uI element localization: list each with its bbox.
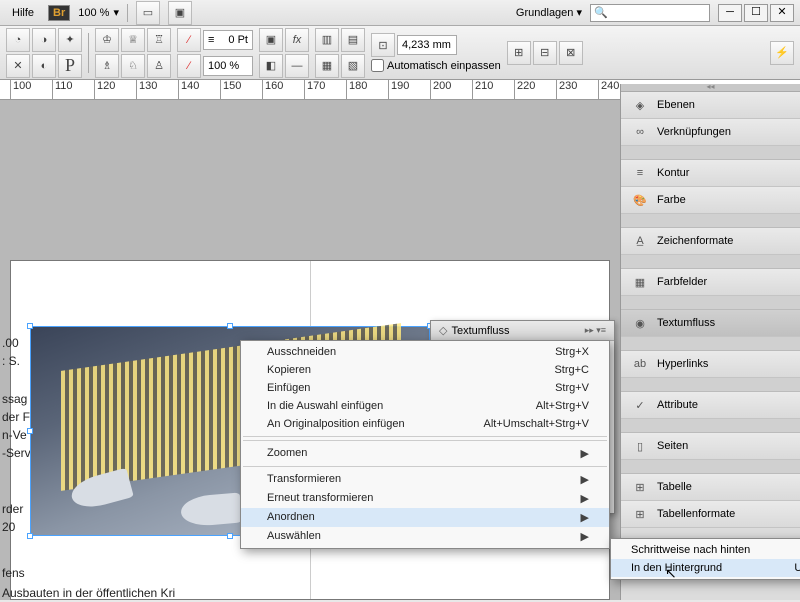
- bridge-badge[interactable]: Br: [48, 5, 70, 21]
- control-toolbar: ◔◑✦ ✕◐P ♔♕♖ ♗♘♙ ∕≡0 Pt∕100 % ▣fx◧— ▥▤▦▧ ⊡4…: [0, 26, 800, 80]
- submenu-item[interactable]: Schrittweise nach hinten: [611, 541, 800, 559]
- cursor-icon: ↖: [665, 565, 677, 582]
- panel-ebenen[interactable]: ◈Ebenen: [621, 92, 800, 119]
- menubar: Hilfe Br 100 % ▾ ▭ ▣ Grundlagen ▾ 🔍 ─ ☐ …: [0, 0, 800, 26]
- panel-seiten[interactable]: ▯Seiten: [621, 433, 800, 460]
- panel-icon: ab: [631, 356, 649, 372]
- panel-icon: ⊞: [631, 479, 649, 495]
- menu-item[interactable]: KopierenStrg+C: [241, 361, 609, 379]
- doc-text: fens: [2, 564, 25, 582]
- search-input[interactable]: [590, 4, 710, 22]
- screen-mode-icon[interactable]: ▭: [136, 1, 160, 25]
- panel-farbe[interactable]: 🎨Farbe: [621, 187, 800, 214]
- align-icon[interactable]: ♕: [121, 28, 145, 52]
- fx-icon[interactable]: fx: [285, 28, 309, 52]
- submenu-item[interactable]: In den HintergrundUms: [611, 559, 800, 577]
- fit-icon[interactable]: ⊠: [559, 41, 583, 65]
- workspace-dropdown[interactable]: Grundlagen ▾: [516, 6, 582, 19]
- panel-tab[interactable]: ◇Textumfluss▸▸ ▾≡: [431, 321, 614, 341]
- menu-item[interactable]: EinfügenStrg+V: [241, 379, 609, 397]
- maximize-button[interactable]: ☐: [744, 4, 768, 22]
- doc-text: -Serv: [2, 444, 31, 462]
- menu-item[interactable]: An Originalposition einfügenAlt+Umschalt…: [241, 415, 609, 433]
- lightning-icon[interactable]: ⚡: [770, 41, 794, 65]
- panel-textumfluss[interactable]: ◉Textumfluss: [621, 310, 800, 337]
- menu-item[interactable]: Auswählen▶: [241, 527, 609, 546]
- panel-zeichenformate[interactable]: A̲Zeichenformate: [621, 228, 800, 255]
- wrap-icon[interactable]: ▥: [315, 28, 339, 52]
- doc-text: Ausbauten in der öffentlichen Kri: [2, 584, 175, 602]
- panel-icon: 🎨: [631, 192, 649, 208]
- opacity-icon[interactable]: ◧: [259, 54, 283, 78]
- doc-text: 20: [2, 518, 15, 536]
- align-icon[interactable]: ♗: [95, 54, 119, 78]
- search-icon: 🔍: [594, 6, 608, 19]
- panel-icon: ∞: [631, 124, 649, 140]
- fill-none-icon[interactable]: ∕: [177, 54, 201, 78]
- doc-text: der F: [2, 408, 30, 426]
- autofit-checkbox[interactable]: Automatisch einpassen: [371, 59, 501, 72]
- tool-icon[interactable]: ◑: [32, 28, 56, 52]
- panel-icon: ◉: [631, 315, 649, 331]
- menu-item[interactable]: Zoomen▶: [241, 444, 609, 463]
- align-icon[interactable]: ♖: [147, 28, 171, 52]
- panel-dock: ◂◂ ◈Ebenen∞Verknüpfungen≡Kontur🎨FarbeA̲Z…: [620, 84, 800, 600]
- doc-text: .00: [2, 334, 19, 352]
- wrap-icon[interactable]: ▤: [341, 28, 365, 52]
- arrange-icon[interactable]: ▣: [168, 1, 192, 25]
- doc-text: rder: [2, 500, 23, 518]
- panel-kontur[interactable]: ≡Kontur: [621, 160, 800, 187]
- align-icon[interactable]: ♘: [121, 54, 145, 78]
- menu-item[interactable]: AusschneidenStrg+X: [241, 343, 609, 361]
- zoom-dropdown[interactable]: 100 % ▾: [78, 6, 119, 19]
- tool-icon[interactable]: ✦: [58, 28, 82, 52]
- help-menu[interactable]: Hilfe: [6, 5, 40, 21]
- stroke-weight[interactable]: ≡0 Pt: [203, 30, 253, 50]
- minimize-button[interactable]: ─: [718, 4, 742, 22]
- menu-item[interactable]: Erneut transformieren▶: [241, 489, 609, 508]
- panel-icon: ▯: [631, 438, 649, 454]
- panel-icon: A̲: [631, 233, 649, 249]
- panel-attribute[interactable]: ✓Attribute: [621, 392, 800, 419]
- doc-text: ssag: [2, 390, 27, 408]
- tool-icon[interactable]: ◐: [32, 54, 56, 78]
- wrap-icon[interactable]: ▦: [315, 54, 339, 78]
- menu-item[interactable]: In die Auswahl einfügenAlt+Strg+V: [241, 397, 609, 415]
- menu-item[interactable]: Transformieren▶: [241, 470, 609, 489]
- align-icon[interactable]: ♙: [147, 54, 171, 78]
- dimension-field[interactable]: 4,233 mm: [397, 35, 457, 55]
- fit-icon[interactable]: ⊟: [533, 41, 557, 65]
- panel-verknüpfungen[interactable]: ∞Verknüpfungen: [621, 119, 800, 146]
- tint-field[interactable]: 100 %: [203, 56, 253, 76]
- fx-icon[interactable]: ▣: [259, 28, 283, 52]
- panel-tabelle[interactable]: ⊞Tabelle: [621, 474, 800, 501]
- blend-icon[interactable]: —: [285, 54, 309, 78]
- context-menu: AusschneidenStrg+XKopierenStrg+CEinfügen…: [240, 340, 610, 549]
- wrap-icon[interactable]: ▧: [341, 54, 365, 78]
- panel-icon: ⊞: [631, 506, 649, 522]
- panel-hyperlinks[interactable]: abHyperlinks: [621, 351, 800, 378]
- panel-icon: ≡: [631, 165, 649, 181]
- doc-text: : S.: [2, 352, 20, 370]
- arrange-submenu: Schrittweise nach hintenIn den Hintergru…: [610, 538, 800, 580]
- doc-text: n-Ve: [2, 426, 27, 444]
- stroke-none-icon[interactable]: ∕: [177, 28, 201, 52]
- align-icon[interactable]: ♔: [95, 28, 119, 52]
- menu-item[interactable]: Anordnen▶: [241, 508, 609, 527]
- close-button[interactable]: ✕: [770, 4, 794, 22]
- fit-icon[interactable]: ⊞: [507, 41, 531, 65]
- panel-tabellenformate[interactable]: ⊞Tabellenformate: [621, 501, 800, 528]
- panel-icon: ✓: [631, 397, 649, 413]
- panel-icon: ◈: [631, 97, 649, 113]
- tool-icon[interactable]: ✕: [6, 54, 30, 78]
- p-icon[interactable]: P: [58, 54, 82, 78]
- panel-icon: ▦: [631, 274, 649, 290]
- tool-icon[interactable]: ◔: [6, 28, 30, 52]
- frame-icon[interactable]: ⊡: [371, 33, 395, 57]
- panel-farbfelder[interactable]: ▦Farbfelder: [621, 269, 800, 296]
